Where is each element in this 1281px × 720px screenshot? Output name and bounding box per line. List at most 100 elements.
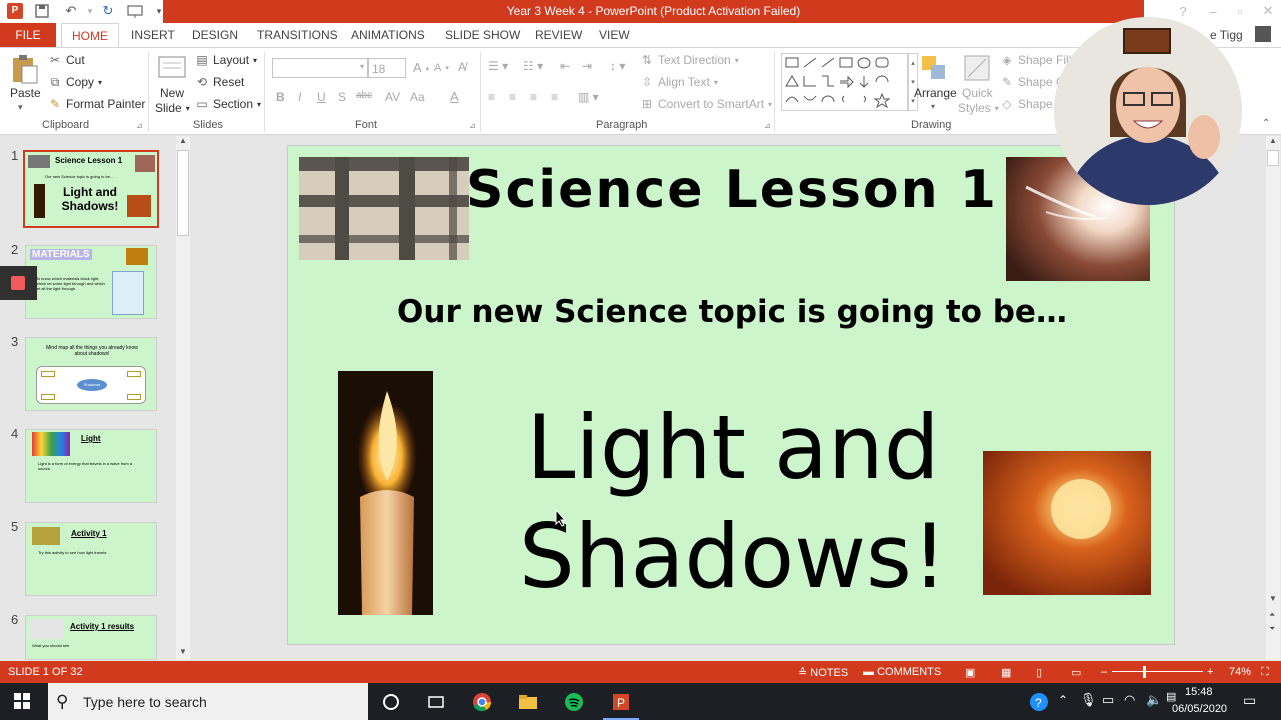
clock-time[interactable]: 15:48 bbox=[1185, 686, 1213, 698]
change-case-button[interactable]: Aa bbox=[410, 90, 425, 104]
text-shadow-button[interactable]: S bbox=[338, 90, 346, 104]
start-from-beginning-icon[interactable] bbox=[127, 3, 143, 19]
repeat-icon[interactable]: ↻ bbox=[100, 3, 116, 19]
close-icon[interactable]: ✕ bbox=[1260, 3, 1276, 19]
columns-icon[interactable]: ▥ ▾ bbox=[578, 90, 599, 104]
slide-thumbnail-1[interactable]: Science Lesson 1 Our new Science topic i… bbox=[23, 150, 159, 228]
sunset-image[interactable] bbox=[983, 451, 1151, 595]
notes-button[interactable]: ≙ NOTES bbox=[798, 666, 848, 679]
tab-review[interactable]: REVIEW bbox=[535, 28, 582, 42]
character-spacing-icon[interactable]: AV bbox=[385, 90, 400, 104]
slide-thumbnail-6[interactable]: Activity 1 results What you should see bbox=[25, 615, 157, 660]
wifi-icon[interactable]: ◠ bbox=[1124, 692, 1135, 708]
numbering-icon[interactable]: ☷ ▾ bbox=[523, 59, 543, 73]
slide-thumbnail-4[interactable]: Light Light is a form of energy that tra… bbox=[25, 429, 157, 503]
reading-view-icon[interactable]: ▯ bbox=[1036, 666, 1042, 679]
align-right-icon[interactable]: ≡ bbox=[530, 90, 537, 104]
next-slide-icon[interactable]: ⏷ bbox=[1269, 624, 1275, 634]
align-center-icon[interactable]: ≡ bbox=[509, 90, 516, 104]
windows-start-icon[interactable] bbox=[13, 692, 33, 712]
language-icon[interactable]: ▤ bbox=[1166, 690, 1176, 703]
bold-button[interactable]: B bbox=[276, 90, 285, 104]
cut-button[interactable]: ✂ Cut bbox=[48, 53, 85, 67]
tab-file[interactable]: FILE bbox=[0, 23, 56, 47]
font-family-select[interactable]: ▾ bbox=[272, 58, 368, 78]
arrange-icon[interactable] bbox=[919, 53, 949, 83]
shapes-gallery[interactable] bbox=[781, 53, 908, 111]
tab-slide-show[interactable]: SLIDE SHOW bbox=[445, 28, 520, 42]
dialog-launcher-icon[interactable]: ⊿ bbox=[136, 121, 143, 130]
chrome-icon[interactable] bbox=[472, 692, 492, 712]
minimize-icon[interactable]: – bbox=[1205, 3, 1221, 19]
tab-transitions[interactable]: TRANSITIONS bbox=[257, 28, 338, 42]
taskbar-search-box[interactable]: ⚲ Type here to search bbox=[48, 683, 368, 720]
grow-font-button[interactable]: A ▴ bbox=[413, 60, 429, 75]
decrease-indent-icon[interactable]: ⇤ bbox=[560, 59, 570, 73]
record-button[interactable] bbox=[0, 266, 37, 300]
increase-indent-icon[interactable]: ⇥ bbox=[582, 59, 592, 73]
slide-thumbnail-3[interactable]: Mind map all the things you already know… bbox=[25, 337, 157, 411]
slide-subtitle[interactable]: Our new Science topic is going to be… bbox=[288, 294, 1174, 330]
dialog-launcher-icon[interactable]: ⊿ bbox=[469, 121, 476, 130]
microphone-icon[interactable]: 🎙 bbox=[1080, 692, 1097, 708]
clear-formatting-icon[interactable]: A̸ bbox=[458, 60, 466, 74]
section-button[interactable]: ▭ Section ▾ bbox=[195, 97, 261, 111]
tab-animations[interactable]: ANIMATIONS bbox=[351, 28, 425, 42]
format-painter-button[interactable]: ✎ Format Painter bbox=[48, 97, 145, 111]
scroll-up-icon[interactable]: ▲ bbox=[1269, 136, 1277, 145]
tab-design[interactable]: DESIGN bbox=[192, 28, 238, 42]
task-view-icon[interactable] bbox=[426, 692, 446, 712]
scroll-down-icon[interactable]: ▼ bbox=[1269, 594, 1277, 603]
reset-button[interactable]: ⟲ Reset bbox=[195, 75, 244, 89]
save-icon[interactable] bbox=[34, 3, 50, 19]
paste-dropdown-icon[interactable]: ▾ bbox=[18, 102, 23, 113]
scrollbar-thumb[interactable] bbox=[1267, 150, 1279, 166]
zoom-slider[interactable] bbox=[1112, 671, 1203, 672]
previous-slide-icon[interactable]: ⏶ bbox=[1269, 610, 1275, 620]
shape-outline-button[interactable]: ✎ Shape O bbox=[1000, 75, 1065, 89]
normal-view-icon[interactable]: ▣ bbox=[965, 666, 975, 679]
new-slide-label-2[interactable]: Slide ▾ bbox=[155, 101, 190, 115]
zoom-slider-thumb[interactable] bbox=[1143, 666, 1147, 678]
spotify-icon[interactable] bbox=[564, 692, 584, 712]
bullets-icon[interactable]: ☰ ▾ bbox=[488, 59, 508, 73]
new-slide-label-1[interactable]: New bbox=[160, 86, 184, 100]
strikethrough-button[interactable]: abc bbox=[356, 90, 372, 101]
new-slide-icon[interactable] bbox=[157, 52, 187, 82]
candle-image[interactable] bbox=[338, 371, 433, 615]
battery-icon[interactable]: ▭ bbox=[1102, 692, 1114, 708]
align-text-button[interactable]: ⇳ Align Text ▾ bbox=[640, 75, 718, 89]
notifications-icon[interactable]: ▭ bbox=[1243, 692, 1256, 709]
slide-canvas[interactable]: Science Lesson 1 Our new Science topic i… bbox=[287, 145, 1175, 645]
comments-button[interactable]: ▬ COMMENTS bbox=[863, 666, 941, 678]
clock-date[interactable]: 06/05/2020 bbox=[1172, 703, 1227, 715]
justify-icon[interactable]: ≡ bbox=[551, 90, 558, 104]
zoom-in-icon[interactable]: + bbox=[1207, 666, 1213, 678]
undo-icon[interactable]: ↶ bbox=[63, 3, 79, 19]
avatar[interactable] bbox=[1255, 26, 1271, 42]
powerpoint-taskbar-icon[interactable]: P bbox=[611, 692, 631, 712]
tab-home[interactable]: HOME bbox=[61, 23, 119, 48]
shrink-font-button[interactable]: A ▾ bbox=[434, 62, 449, 74]
help-icon[interactable]: ? bbox=[1175, 3, 1191, 19]
arrange-button[interactable]: Arrange bbox=[914, 86, 957, 100]
help-assistant-icon[interactable]: ? bbox=[1029, 692, 1049, 712]
quick-styles-label-1[interactable]: Quick bbox=[962, 86, 993, 100]
tab-insert[interactable]: INSERT bbox=[131, 28, 175, 42]
slide-sorter-icon[interactable]: ▦ bbox=[1001, 666, 1011, 679]
copy-button[interactable]: ⧉ Copy ▾ bbox=[48, 75, 102, 89]
undo-dropdown-icon[interactable]: ▾ bbox=[82, 3, 98, 19]
slide-scrollbar[interactable]: ▲ ▼ ⏶ ⏷ bbox=[1266, 136, 1280, 660]
collapse-ribbon-icon[interactable]: ⌃ bbox=[1262, 118, 1270, 129]
convert-smartart-button[interactable]: ⊞ Convert to SmartArt ▾ bbox=[640, 97, 772, 111]
slide-show-icon[interactable]: ▭ bbox=[1071, 666, 1081, 679]
fit-to-window-icon[interactable]: ⛶ bbox=[1261, 666, 1269, 679]
quick-styles-icon[interactable] bbox=[962, 53, 992, 83]
shape-fill-button[interactable]: ◈ Shape Fill bbox=[1000, 53, 1071, 67]
paste-icon[interactable] bbox=[9, 54, 39, 84]
layout-button[interactable]: ▤ Layout ▾ bbox=[195, 53, 257, 67]
underline-button[interactable]: U bbox=[317, 90, 326, 104]
scroll-up-icon[interactable]: ▲ bbox=[179, 136, 187, 145]
tab-view[interactable]: VIEW bbox=[599, 28, 630, 42]
show-hidden-icons-icon[interactable]: ⌃ bbox=[1058, 693, 1068, 707]
